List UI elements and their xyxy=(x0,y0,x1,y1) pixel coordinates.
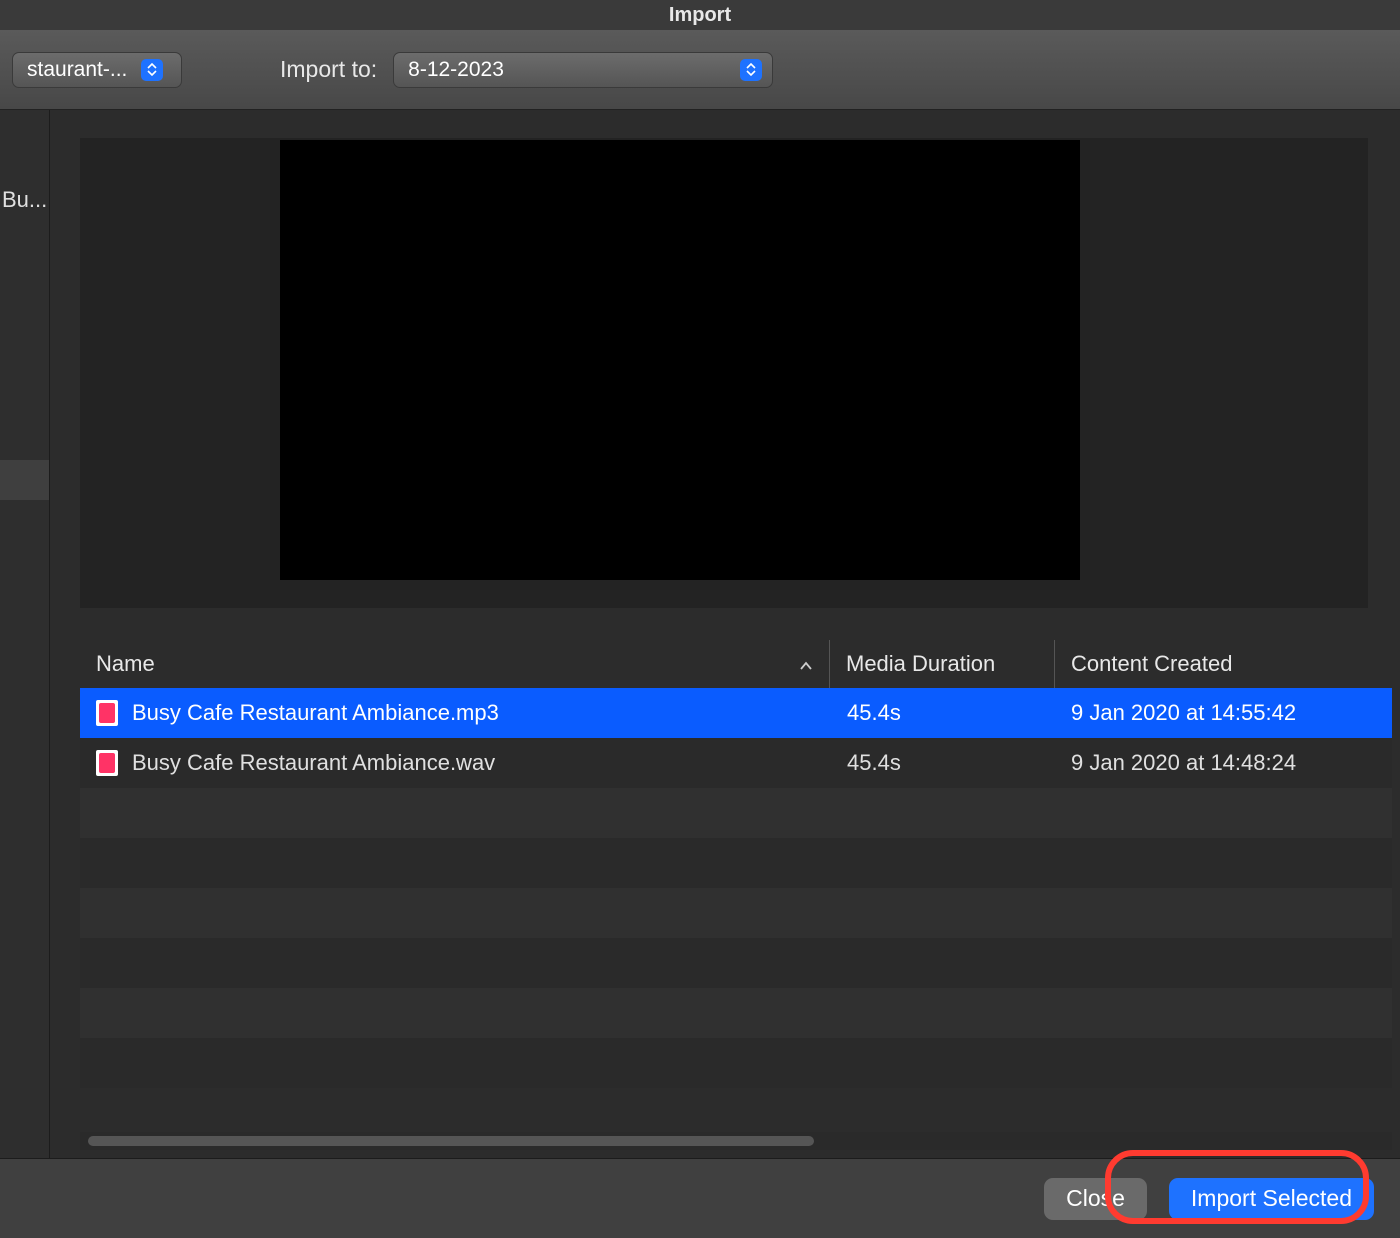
audio-file-icon xyxy=(96,700,118,726)
sort-ascending-icon xyxy=(799,651,813,677)
table-row[interactable] xyxy=(80,888,1392,938)
updown-icon xyxy=(740,59,762,81)
file-name: Busy Cafe Restaurant Ambiance.mp3 xyxy=(132,700,499,726)
table-row[interactable] xyxy=(80,938,1392,988)
preview-area xyxy=(80,138,1368,608)
table-row[interactable] xyxy=(80,988,1392,1038)
preview-video[interactable] xyxy=(280,140,1080,580)
location-popup-value: staurant-... xyxy=(27,58,127,82)
import-to-value: 8-12-2023 xyxy=(408,58,504,82)
scrollbar-thumb[interactable] xyxy=(88,1136,814,1146)
table-row[interactable]: Busy Cafe Restaurant Ambiance.mp3 45.4s9 … xyxy=(80,688,1392,738)
audio-file-icon xyxy=(96,750,118,776)
file-created: 9 Jan 2020 at 14:48:24 xyxy=(1055,750,1392,776)
file-duration: 45.4s xyxy=(830,700,1055,726)
table-row[interactable]: Busy Cafe Restaurant Ambiance.wav 45.4s9 … xyxy=(80,738,1392,788)
window-title: Import xyxy=(0,0,1400,30)
column-header-created[interactable]: Content Created xyxy=(1055,640,1392,688)
location-popup[interactable]: staurant-... xyxy=(12,52,182,88)
close-button[interactable]: Close xyxy=(1044,1178,1147,1220)
table-row[interactable] xyxy=(80,838,1392,888)
column-header-name[interactable]: Name xyxy=(80,640,830,688)
file-table: Name Media Duration Content Created Busy… xyxy=(80,640,1392,1150)
table-row[interactable] xyxy=(80,788,1392,838)
file-duration: 45.4s xyxy=(830,750,1055,776)
footer: Close Import Selected xyxy=(0,1158,1400,1238)
sidebar-selection[interactable] xyxy=(0,460,49,500)
import-to-popup[interactable]: 8-12-2023 xyxy=(393,52,773,88)
table-row[interactable] xyxy=(80,1038,1392,1088)
horizontal-scrollbar[interactable] xyxy=(80,1132,1392,1150)
sidebar: Bu... xyxy=(0,110,50,1158)
column-header-duration[interactable]: Media Duration xyxy=(830,640,1055,688)
sidebar-folder[interactable]: Bu... xyxy=(0,180,49,220)
file-name: Busy Cafe Restaurant Ambiance.wav xyxy=(132,750,495,776)
import-selected-button[interactable]: Import Selected xyxy=(1169,1178,1374,1220)
toolbar: staurant-... Import to: 8-12-2023 xyxy=(0,30,1400,110)
import-to-label: Import to: xyxy=(280,56,377,83)
file-created: 9 Jan 2020 at 14:55:42 xyxy=(1055,700,1392,726)
updown-icon xyxy=(141,59,163,81)
